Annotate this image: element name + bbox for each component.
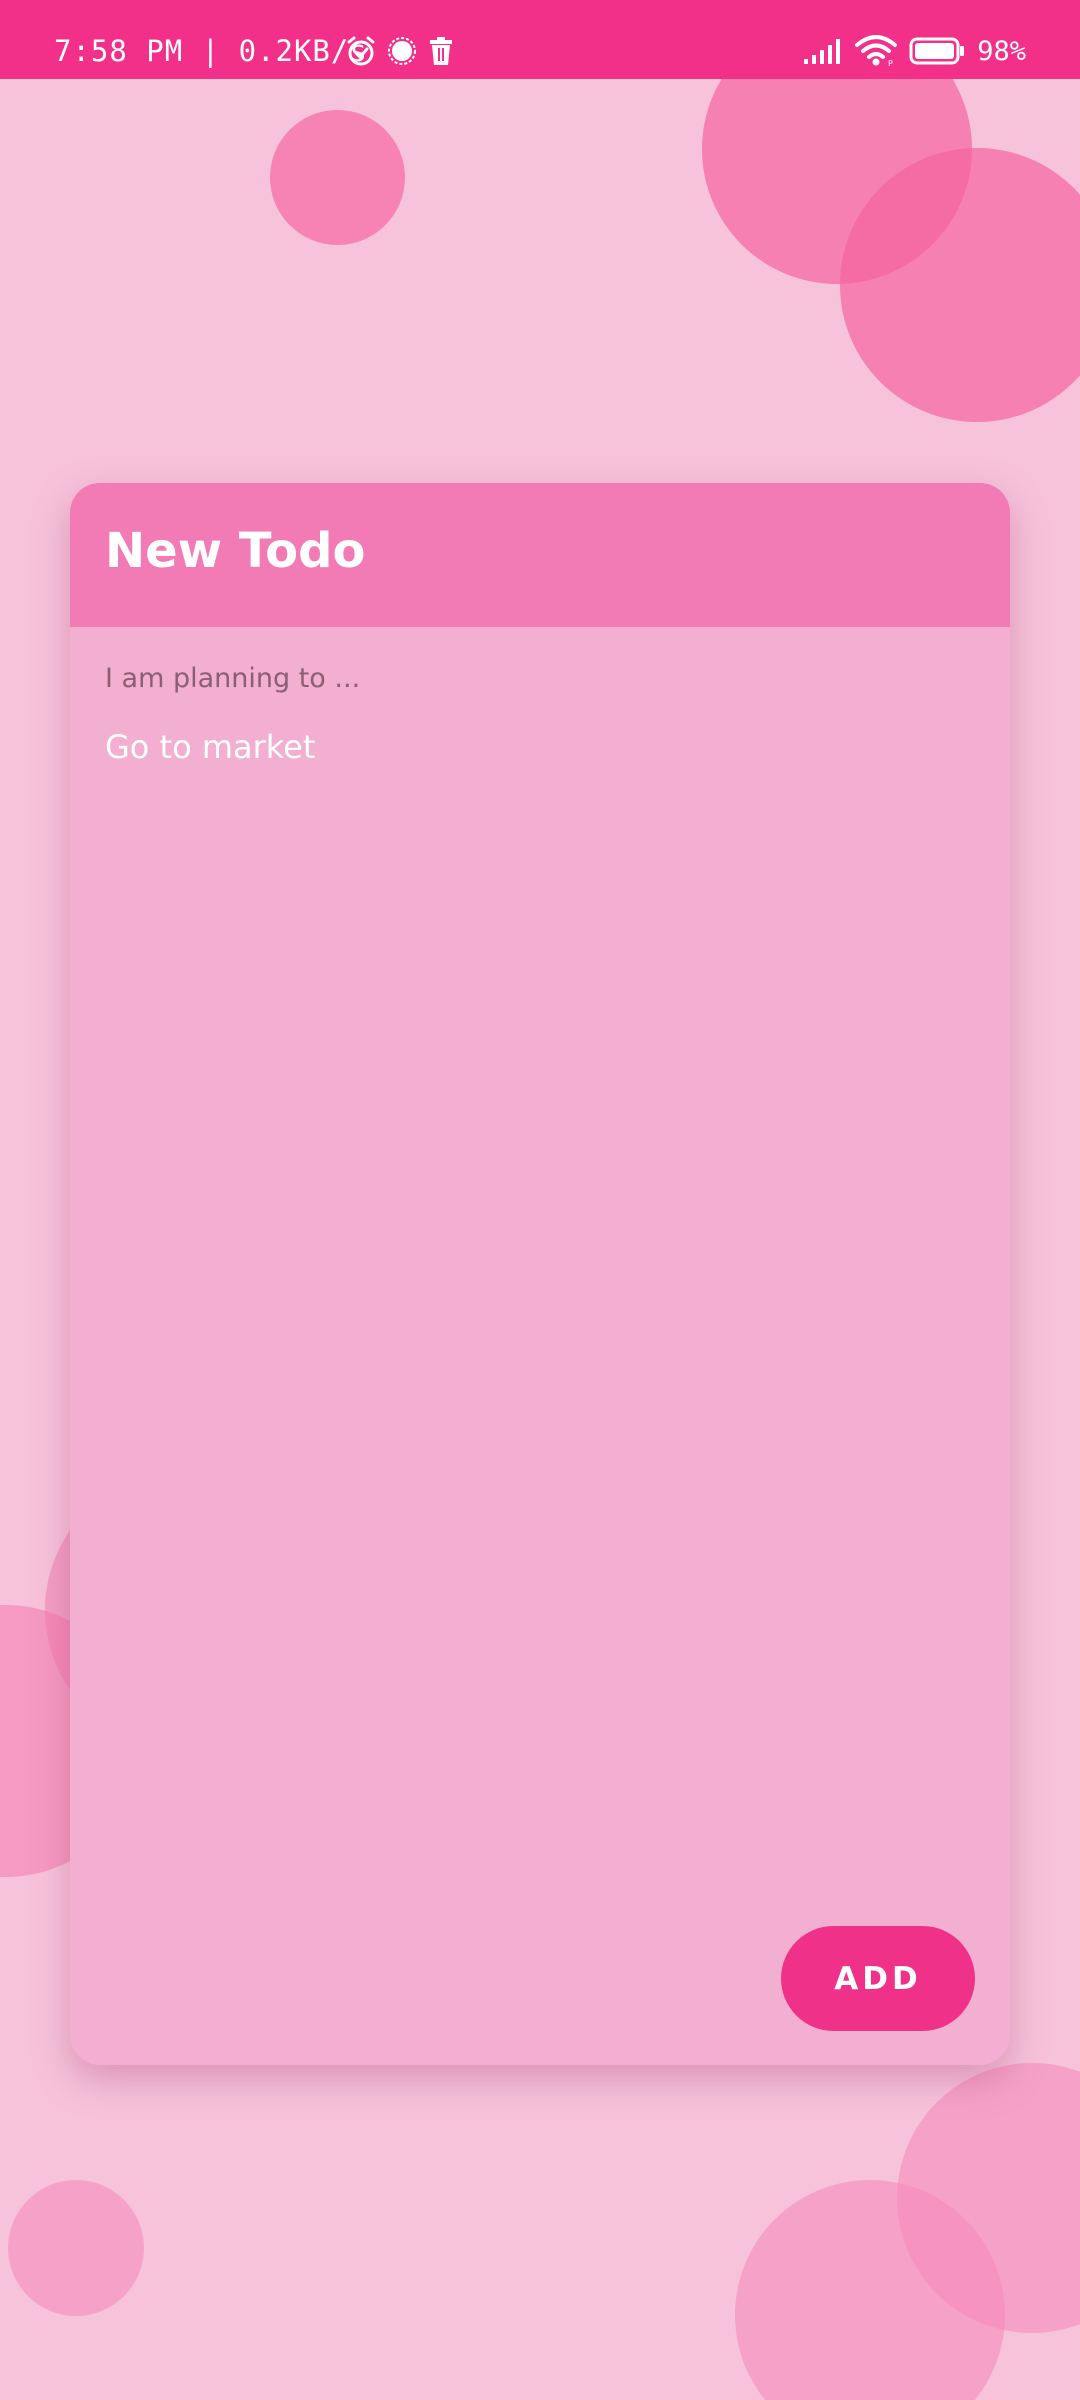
alarm-icon [345,35,377,67]
card-title: New Todo [105,523,366,579]
svg-text:P: P [888,59,893,67]
status-bar: 7:58 PM | 0.2KB/s P 98% [0,0,1080,79]
new-todo-card: New Todo I am planning to ... ADD [70,483,1010,2065]
trash-icon [427,36,455,66]
wifi-icon: P [855,35,898,67]
todo-input[interactable] [105,723,965,771]
decorative-bubble [270,110,405,245]
decorative-bubble [8,2180,144,2316]
sync-icon [387,36,417,66]
status-system-icons: P 98% [803,34,1026,68]
status-time-speed: 7:58 PM | 0.2KB/s [54,34,368,68]
todo-input-label: I am planning to ... [105,663,361,694]
battery-icon [909,37,965,65]
card-header: New Todo [70,483,1010,627]
battery-percent: 98% [977,35,1026,67]
add-button[interactable]: ADD [781,1926,975,2031]
status-notification-icons [345,34,455,68]
signal-icon [803,37,843,65]
screen: 7:58 PM | 0.2KB/s P 98% New Todo I am pl… [0,0,1080,2400]
